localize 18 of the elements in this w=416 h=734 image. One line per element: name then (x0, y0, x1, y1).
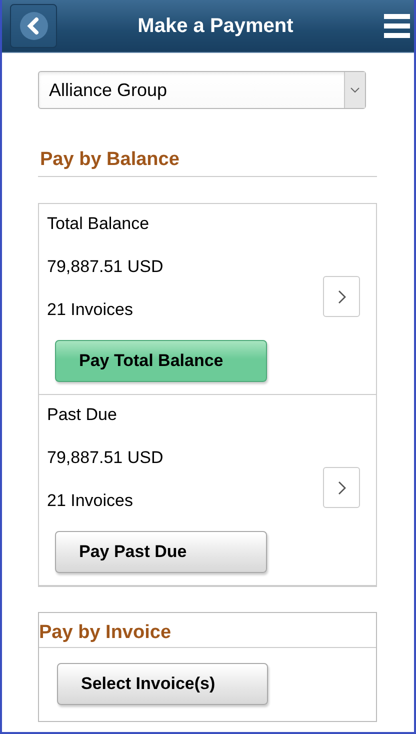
balance-label: Past Due (47, 405, 117, 425)
chevron-right-icon (338, 480, 346, 494)
page-title: Make a Payment (136, 14, 294, 38)
select-invoices-button[interactable]: Select Invoice(s) (57, 663, 268, 705)
dropdown-caret-icon (350, 87, 360, 93)
customer-dropdown[interactable]: Alliance Group (38, 71, 366, 109)
pay-button[interactable]: Pay Total Balance (55, 340, 267, 382)
back-button[interactable] (10, 4, 57, 48)
chevron-right-icon (338, 290, 346, 304)
section-heading: Pay by Invoice (39, 613, 376, 648)
balance-amount: 79,887.51 USD (47, 257, 164, 277)
menu-icon[interactable] (384, 14, 410, 38)
pay-button[interactable]: Pay Past Due (55, 531, 267, 573)
balance-label: Total Balance (47, 214, 150, 234)
balance-amount: 79,887.51 USD (47, 448, 164, 468)
section-heading: Pay by Balance (40, 149, 180, 171)
invoice-count: 21 Invoices (47, 300, 133, 320)
invoice-count: 21 Invoices (47, 491, 133, 511)
